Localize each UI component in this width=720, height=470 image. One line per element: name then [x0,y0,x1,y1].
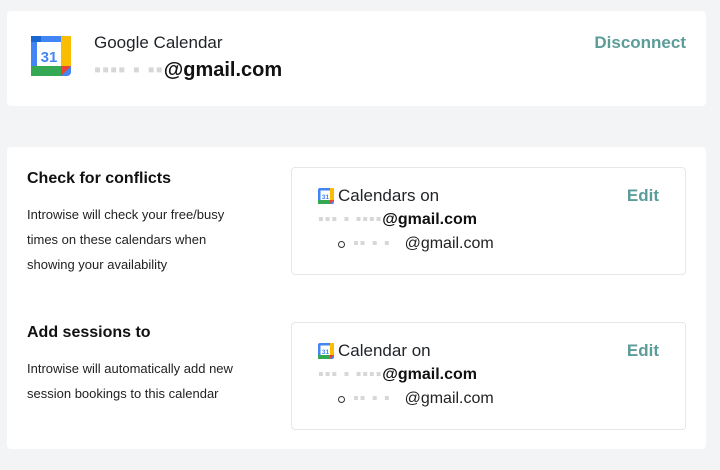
redacted-email-user: ▪▪▪▪ ▪ ▪▪ [94,59,164,81]
redacted-email-user: ▪▪▪ ▪ ▪▪▪▪ [318,366,383,383]
google-calendar-mini-icon: 31 [318,343,334,359]
conflicts-box-title-text: Calendars on [338,186,440,205]
list-bullet-icon [338,240,345,248]
conflicts-box-title: 31 Calendars on [318,186,439,206]
email-domain: @gmail.com [382,366,477,383]
sessions-edit-button[interactable]: Edit [627,341,659,361]
google-calendar-icon: 31 [31,36,71,76]
google-calendar-account-card: 31 Google Calendar ▪▪▪▪ ▪ ▪▪@gmail.com D… [7,11,706,106]
logo-number: 31 [41,49,58,66]
conflicts-account-email: ▪▪▪ ▪ ▪▪▪▪@gmail.com [318,211,477,229]
google-calendar-mini-icon: 31 [318,188,334,204]
list-bullet-icon [338,395,345,403]
sessions-calendar-list-item: ▪▪ ▪ ▪ @gmail.com [338,390,494,408]
sessions-box-title-text: Calendar on [338,341,431,360]
conflicts-calendar-list-item: ▪▪ ▪ ▪ @gmail.com [338,235,494,253]
redacted-email-user: ▪▪▪ ▪ ▪▪▪▪ [318,211,383,228]
sessions-title: Add sessions to [27,324,151,341]
mini-logo-number: 31 [322,194,330,201]
conflicts-calendars-box: 31 Calendars on ▪▪▪ ▪ ▪▪▪▪@gmail.com ▪▪ … [291,167,686,275]
redacted-calendar-name: ▪▪ ▪ ▪ [353,390,391,407]
sessions-description: Introwise will automatically add new ses… [27,361,233,401]
sessions-calendar-box: 31 Calendar on ▪▪▪ ▪ ▪▪▪▪@gmail.com ▪▪ ▪… [291,322,686,430]
disconnect-button[interactable]: Disconnect [594,33,686,53]
calendar-settings-card: Check for conflicts Introwise will check… [7,147,706,449]
email-domain: @gmail.com [382,211,477,228]
conflicts-title: Check for conflicts [27,170,172,187]
redacted-calendar-name: ▪▪ ▪ ▪ [353,235,391,252]
app-name: Google Calendar [94,33,223,52]
conflicts-description: Introwise will check your free/busy time… [27,207,225,272]
calendar-domain: @gmail.com [404,390,494,407]
sessions-account-email: ▪▪▪ ▪ ▪▪▪▪@gmail.com [318,366,477,384]
email-domain: @gmail.com [163,59,283,81]
sessions-box-title: 31 Calendar on [318,341,431,361]
conflicts-edit-button[interactable]: Edit [627,186,659,206]
calendar-domain: @gmail.com [404,235,494,252]
account-email: ▪▪▪▪ ▪ ▪▪@gmail.com [94,59,282,82]
mini-logo-number: 31 [322,349,330,356]
